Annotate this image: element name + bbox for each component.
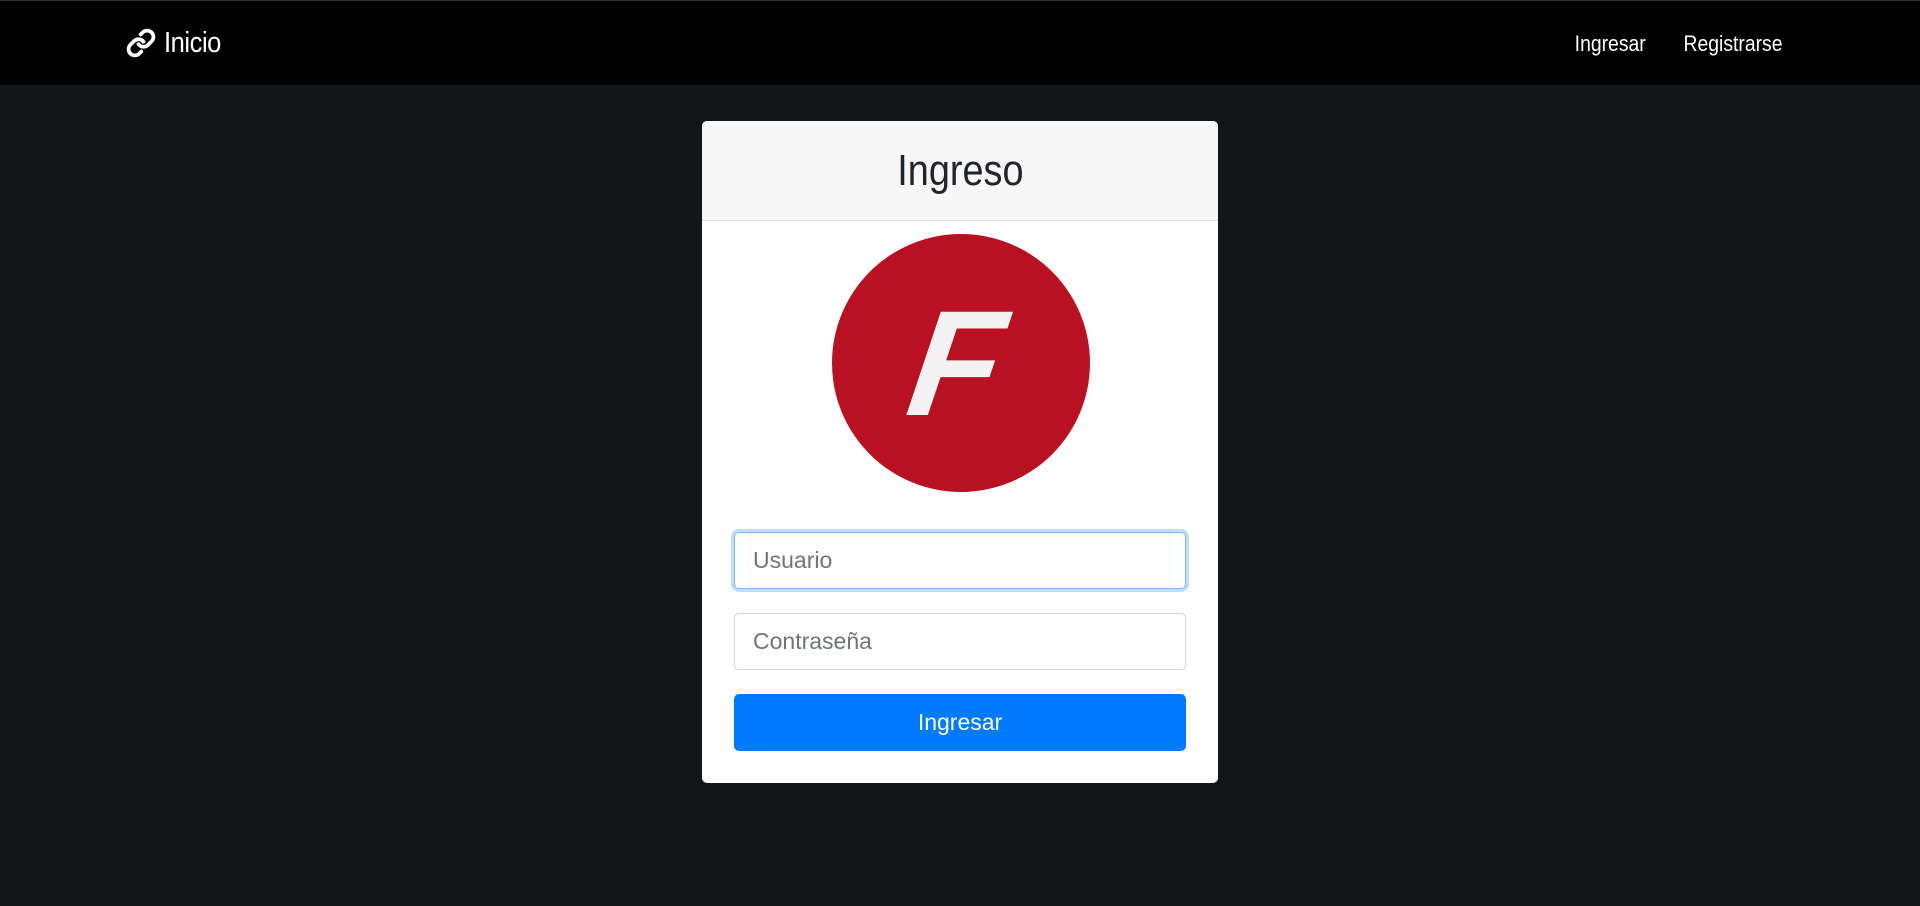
brand-logo: F <box>832 234 1090 492</box>
password-input[interactable] <box>734 613 1186 670</box>
logo-letter: F <box>899 279 1015 447</box>
page-title: Ingreso <box>896 145 1024 195</box>
navbar: Inicio Ingresar Registrarse <box>0 0 1920 85</box>
link-icon <box>126 28 156 58</box>
brand-link[interactable]: Inicio <box>126 25 229 61</box>
brand-label: Inicio <box>164 27 221 59</box>
login-card: Ingreso F Ingresar <box>702 121 1218 783</box>
nav-link-ingresar[interactable]: Ingresar <box>1574 29 1645 59</box>
nav-links: Ingresar Registrarse <box>1565 29 1782 59</box>
username-input[interactable] <box>734 532 1186 589</box>
card-header: Ingreso <box>702 121 1218 221</box>
nav-link-registrarse[interactable]: Registrarse <box>1683 29 1782 59</box>
login-button[interactable]: Ingresar <box>734 694 1186 751</box>
